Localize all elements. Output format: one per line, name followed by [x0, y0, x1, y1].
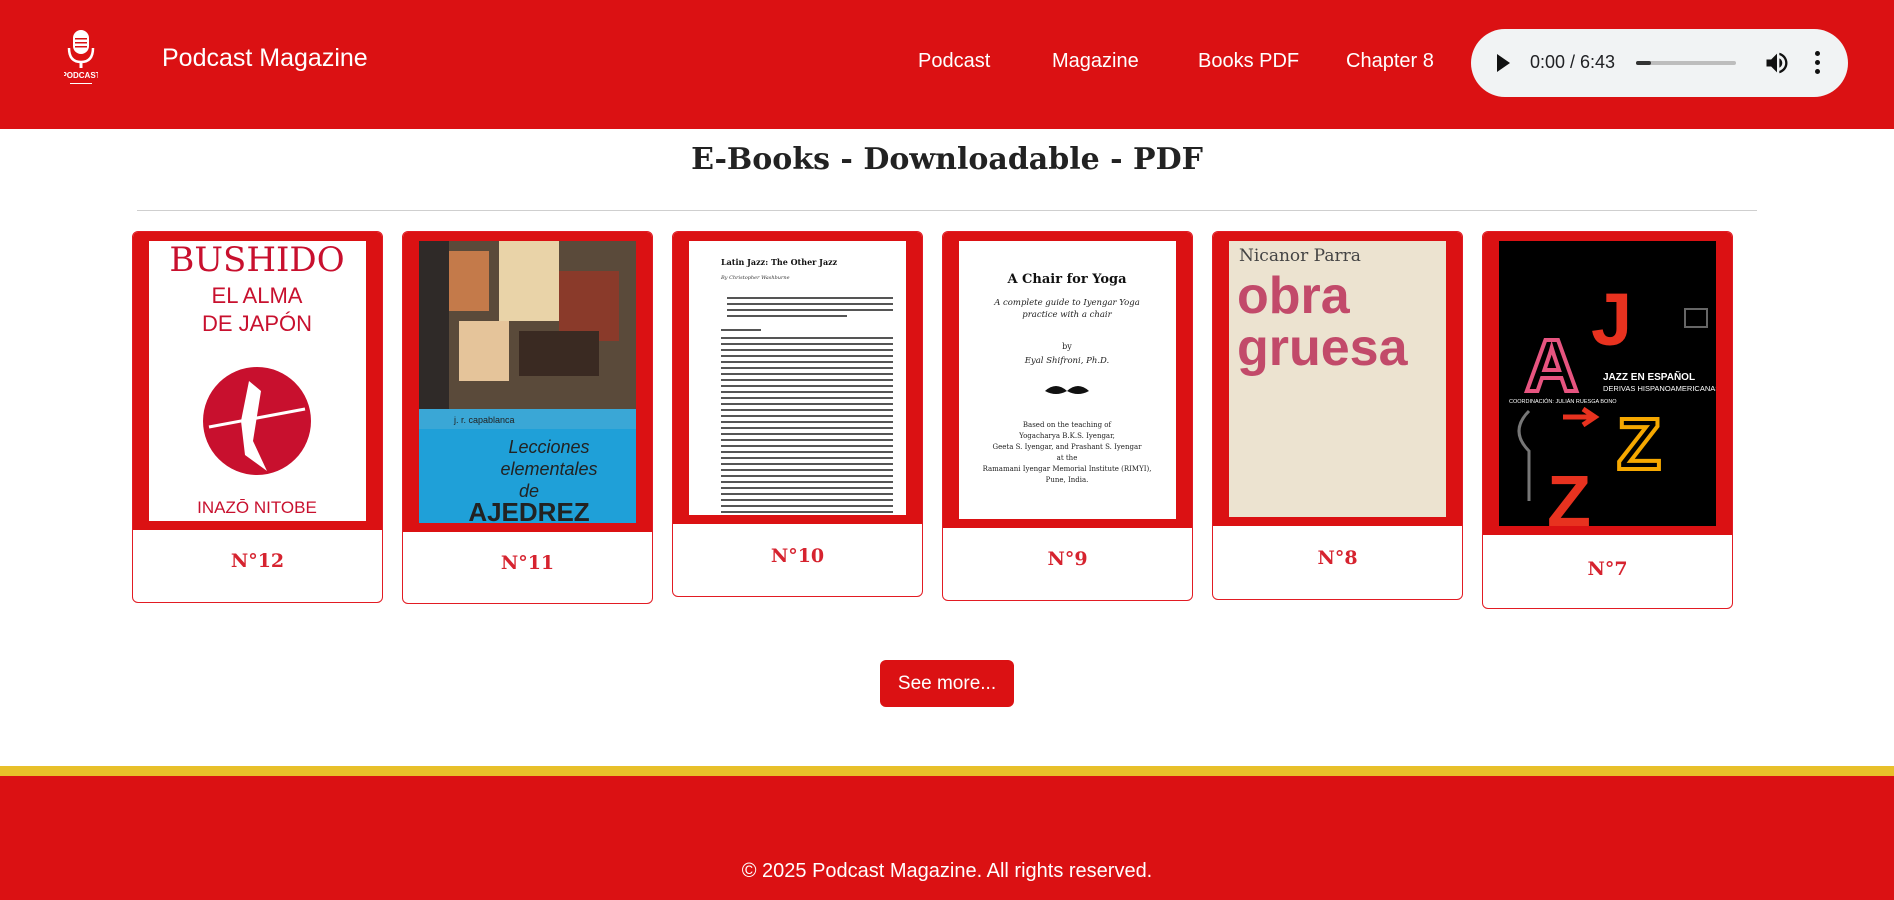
svg-text:Lecciones: Lecciones: [508, 437, 589, 457]
svg-text:practice with a chair: practice with a chair: [1022, 310, 1112, 320]
book-cover-latin-jazz[interactable]: Latin Jazz: The Other Jazz By Christophe…: [673, 232, 922, 524]
book-card-7[interactable]: A J JAZZ EN ESPAÑOL DERIVAS HISPANOAMERI…: [1482, 231, 1733, 609]
book-card-10[interactable]: Latin Jazz: The Other Jazz By Christophe…: [672, 231, 923, 597]
svg-text:gruesa: gruesa: [1237, 319, 1409, 377]
title-divider: [137, 210, 1757, 211]
svg-text:A Chair for Yoga: A Chair for Yoga: [1006, 272, 1127, 287]
copyright-text: © 2025 Podcast Magazine. All rights rese…: [741, 860, 1153, 882]
audio-progress-slider[interactable]: [1636, 61, 1736, 65]
more-options-icon[interactable]: [1815, 51, 1821, 75]
book-card-9[interactable]: A Chair for Yoga A complete guide to Iye…: [942, 231, 1193, 601]
svg-text:elementales: elementales: [500, 459, 597, 479]
svg-text:Geeta S. Iyengar, and Prashant: Geeta S. Iyengar, and Prashant S. Iyenga…: [993, 443, 1143, 451]
svg-text:EL ALMA: EL ALMA: [212, 283, 303, 308]
nav-chapter-8[interactable]: Chapter 8: [1346, 50, 1434, 73]
nav-podcast[interactable]: Podcast: [918, 50, 990, 73]
book-card-11[interactable]: j. r. capablanca Lecciones elementales d…: [402, 231, 653, 604]
issue-number[interactable]: N°11: [403, 552, 652, 574]
svg-text:DERIVAS HISPANOAMERICANAS: DERIVAS HISPANOAMERICANAS: [1603, 384, 1716, 393]
book-cover-bushido[interactable]: BUSHIDO EL ALMA DE JAPÓN INAZŌ NITOBE: [133, 232, 382, 530]
svg-text:A complete guide to Iyengar Yo: A complete guide to Iyengar Yoga: [993, 298, 1140, 308]
issue-number[interactable]: N°12: [133, 550, 382, 572]
svg-text:BUSHIDO: BUSHIDO: [169, 241, 344, 280]
site-header: PODCAST Podcast Magazine Podcast Magazin…: [0, 0, 1894, 129]
page-title: E-Books - Downloadable - PDF: [691, 142, 1203, 177]
issue-number[interactable]: N°7: [1483, 558, 1732, 580]
svg-text:at the: at the: [1057, 454, 1078, 462]
svg-text:JAZZ EN ESPAÑOL: JAZZ EN ESPAÑOL: [1603, 370, 1695, 383]
logo-text: PODCAST: [64, 71, 98, 80]
svg-text:COORDINACIÓN: JULIÁN RUESGA BO: COORDINACIÓN: JULIÁN RUESGA BONO: [1509, 398, 1617, 405]
book-card-12[interactable]: BUSHIDO EL ALMA DE JAPÓN INAZŌ NITOBE N°…: [132, 231, 383, 603]
svg-text:INAZŌ NITOBE: INAZŌ NITOBE: [197, 498, 317, 517]
svg-text:AJEDREZ: AJEDREZ: [468, 497, 589, 523]
issue-number[interactable]: N°9: [943, 548, 1192, 570]
svg-text:Latin Jazz: The Other Jazz: Latin Jazz: The Other Jazz: [721, 257, 838, 267]
nav-magazine[interactable]: Magazine: [1052, 50, 1139, 73]
svg-text:By Christopher Washburne: By Christopher Washburne: [720, 275, 790, 281]
book-cover-ajedrez[interactable]: j. r. capablanca Lecciones elementales d…: [403, 232, 652, 532]
svg-text:j. r. capablanca: j. r. capablanca: [453, 415, 515, 425]
svg-text:Z: Z: [1547, 462, 1591, 526]
audio-player[interactable]: 0:00 / 6:43: [1471, 29, 1848, 97]
book-cover-obra-gruesa[interactable]: Nicanor Parra obra gruesa: [1213, 232, 1462, 526]
site-footer: © 2025 Podcast Magazine. All rights rese…: [0, 776, 1894, 900]
audio-time: 0:00 / 6:43: [1530, 52, 1616, 72]
svg-text:J: J: [1591, 278, 1632, 361]
footer-accent-stripe: [0, 766, 1894, 776]
issue-number[interactable]: N°8: [1213, 547, 1462, 569]
issue-number[interactable]: N°10: [673, 545, 922, 567]
svg-text:Z: Z: [1617, 405, 1661, 485]
volume-icon[interactable]: [1763, 49, 1791, 77]
book-cover-chair-yoga[interactable]: A Chair for Yoga A complete guide to Iye…: [943, 232, 1192, 528]
svg-text:Ramamani Iyengar Memorial Inst: Ramamani Iyengar Memorial Institute (RIM…: [983, 465, 1152, 473]
nav-books-pdf[interactable]: Books PDF: [1198, 50, 1299, 73]
book-card-8[interactable]: Nicanor Parra obra gruesa N°8: [1212, 231, 1463, 600]
see-more-button[interactable]: See more...: [880, 660, 1014, 707]
svg-text:Based on the teaching of: Based on the teaching of: [1023, 421, 1113, 429]
svg-text:Nicanor Parra: Nicanor Parra: [1239, 246, 1361, 266]
svg-text:obra: obra: [1237, 267, 1351, 325]
svg-text:Pune, India.: Pune, India.: [1046, 476, 1089, 484]
podcast-mic-logo-icon[interactable]: PODCAST: [64, 30, 98, 88]
svg-text:Yogacharya B.K.S. Iyengar,: Yogacharya B.K.S. Iyengar,: [1018, 432, 1115, 440]
play-icon[interactable]: [1497, 54, 1510, 72]
svg-text:DE JAPÓN: DE JAPÓN: [202, 311, 312, 336]
book-cover-jazz-espanol[interactable]: A J JAZZ EN ESPAÑOL DERIVAS HISPANOAMERI…: [1483, 232, 1732, 535]
site-brand-title[interactable]: Podcast Magazine: [162, 44, 368, 73]
svg-text:Eyal Shifroni, Ph.D.: Eyal Shifroni, Ph.D.: [1024, 356, 1110, 366]
svg-text:A: A: [1525, 324, 1578, 407]
svg-text:by: by: [1062, 342, 1072, 351]
